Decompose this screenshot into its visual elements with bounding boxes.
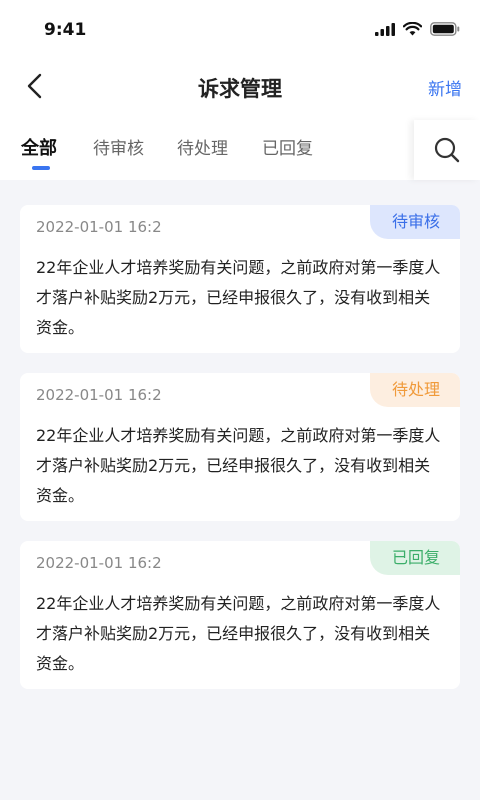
add-button[interactable]: 新增: [428, 75, 462, 100]
signal-icon: [375, 22, 395, 36]
item-content: 22年企业人才培养奖励有关问题，之前政府对第一季度人才落户补贴奖励2万元，已经申…: [36, 258, 441, 337]
tab-replied[interactable]: 已回复: [262, 134, 313, 159]
list-item[interactable]: 2022-01-01 16:2 待审核 22年企业人才培养奖励有关问题，之前政府…: [20, 205, 460, 353]
tab-pending-review[interactable]: 待审核: [93, 134, 144, 159]
status-bar: 9:41: [0, 0, 480, 64]
status-badge: 待处理: [369, 373, 460, 407]
list-item[interactable]: 2022-01-01 16:2 已回复 22年企业人才培养奖励有关问题，之前政府…: [20, 541, 460, 689]
search-button[interactable]: [414, 120, 480, 180]
item-content: 22年企业人才培养奖励有关问题，之前政府对第一季度人才落户补贴奖励2万元，已经申…: [36, 594, 441, 673]
status-time: 9:41: [44, 20, 87, 40]
item-time: 2022-01-01 16:2: [36, 218, 162, 236]
list-item[interactable]: 2022-01-01 16:2 待处理 22年企业人才培养奖励有关问题，之前政府…: [20, 373, 460, 521]
tab-pending-process[interactable]: 待处理: [177, 134, 228, 159]
page-title: 诉求管理: [198, 77, 282, 101]
nav-bar: 诉求管理 新增: [0, 64, 480, 108]
status-badge: 待审核: [369, 205, 460, 239]
tab-active-indicator: [32, 166, 50, 170]
request-list: 2022-01-01 16:2 待审核 22年企业人才培养奖励有关问题，之前政府…: [20, 205, 460, 709]
item-time: 2022-01-01 16:2: [36, 554, 162, 572]
status-badge: 已回复: [369, 541, 460, 575]
item-content: 22年企业人才培养奖励有关问题，之前政府对第一季度人才落户补贴奖励2万元，已经申…: [36, 426, 441, 505]
tab-bar: 全部 待审核 待处理 已回复: [0, 120, 414, 180]
item-time: 2022-01-01 16:2: [36, 386, 162, 404]
wifi-icon: [403, 22, 422, 36]
status-icons: [375, 22, 460, 36]
tab-all[interactable]: 全部: [21, 134, 57, 160]
battery-icon: [430, 22, 460, 36]
search-icon: [434, 137, 460, 163]
